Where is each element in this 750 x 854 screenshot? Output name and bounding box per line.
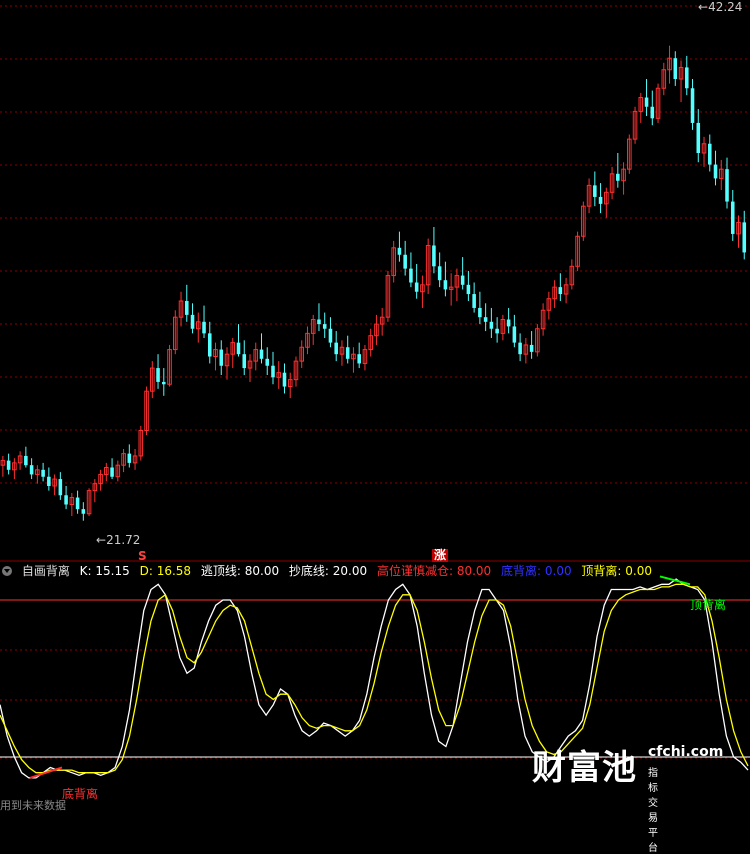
candle-body-down[interactable] bbox=[483, 317, 488, 322]
candle-body-down[interactable] bbox=[460, 275, 465, 285]
candle-body-down[interactable] bbox=[518, 342, 522, 355]
candle-body-down[interactable] bbox=[558, 287, 563, 295]
candle-body-down[interactable] bbox=[713, 164, 718, 179]
top-divergence-value: 顶背离: 0.00 bbox=[581, 564, 652, 578]
bottom-divergence-annotation: 底背离 bbox=[62, 787, 99, 801]
candle-body-down[interactable] bbox=[47, 476, 51, 486]
candle-body-down[interactable] bbox=[127, 453, 132, 463]
candle-body-down[interactable] bbox=[472, 294, 476, 308]
candle-body-down[interactable] bbox=[271, 365, 275, 378]
candle-body-down[interactable] bbox=[495, 328, 499, 334]
candle-body-down[interactable] bbox=[110, 467, 114, 477]
candle-body-down[interactable] bbox=[357, 354, 361, 364]
candle-body-down[interactable] bbox=[29, 465, 34, 475]
candle-body-down[interactable] bbox=[409, 268, 413, 283]
candle-body-down[interactable] bbox=[696, 122, 701, 153]
k-value: K: 15.15 bbox=[79, 564, 130, 578]
candle-body-down[interactable] bbox=[328, 328, 333, 343]
price-candles[interactable] bbox=[0, 45, 747, 521]
candle-body-down[interactable] bbox=[345, 347, 350, 359]
candle-body-down[interactable] bbox=[506, 319, 511, 327]
watermark-url: cfchi.com bbox=[648, 744, 724, 760]
candle-body-down[interactable] bbox=[730, 201, 735, 234]
indicator-info-bar: 自画背离 K: 15.15 D: 16.58 逃顶线: 80.00 抄底线: 2… bbox=[0, 563, 750, 579]
candle-body-down[interactable] bbox=[207, 333, 212, 357]
top-line-value: 逃顶线: 80.00 bbox=[200, 564, 280, 578]
candle-body-down[interactable] bbox=[466, 284, 471, 295]
candle-body-down[interactable] bbox=[593, 185, 597, 197]
candle-body-down[interactable] bbox=[650, 106, 655, 119]
watermark-logo: 财富池 cfchi.com 指标交易平台 bbox=[532, 740, 723, 854]
candle-body-down[interactable] bbox=[236, 342, 241, 355]
price-low-label: ←21.72 bbox=[96, 533, 141, 547]
candle-body-down[interactable] bbox=[58, 479, 63, 496]
candle-body-down[interactable] bbox=[742, 222, 747, 253]
candle-body-down[interactable] bbox=[242, 354, 247, 369]
rise-flag[interactable]: 涨 bbox=[432, 549, 449, 562]
bottom-line-value: 抄底线: 20.00 bbox=[288, 564, 368, 578]
candle-body-down[interactable] bbox=[432, 245, 436, 267]
watermark-main: 财富池 bbox=[532, 748, 637, 788]
candle-body-down[interactable] bbox=[443, 280, 448, 290]
candle-body-down[interactable] bbox=[317, 319, 321, 325]
candle-body-down[interactable] bbox=[403, 254, 407, 269]
watermark-sub: 指标交易平台 bbox=[648, 768, 658, 854]
candle-body-down[interactable] bbox=[259, 349, 264, 359]
candle-body-down[interactable] bbox=[512, 326, 517, 343]
collapse-icon[interactable] bbox=[2, 566, 12, 576]
candle-body-down[interactable] bbox=[162, 381, 166, 385]
price-high-label: ←42.24 bbox=[698, 0, 743, 14]
candle-body-down[interactable] bbox=[81, 509, 86, 514]
candle-body-down[interactable] bbox=[322, 324, 327, 329]
candle-body-down[interactable] bbox=[190, 314, 195, 329]
sell-flag[interactable]: S bbox=[136, 550, 149, 563]
candle-body-down[interactable] bbox=[397, 247, 402, 255]
candle-body-down[interactable] bbox=[644, 97, 649, 107]
candle-body-down[interactable] bbox=[282, 372, 287, 387]
candle-body-down[interactable] bbox=[616, 173, 620, 181]
candle-body-down[interactable] bbox=[478, 307, 482, 318]
candle-body-down[interactable] bbox=[598, 196, 603, 204]
footer-note: 用到未来数据 bbox=[0, 799, 66, 812]
candle-body-down[interactable] bbox=[673, 58, 678, 79]
candle-body-down[interactable] bbox=[64, 495, 68, 505]
candle-body-down[interactable] bbox=[725, 169, 729, 202]
candle-body-down[interactable] bbox=[185, 301, 189, 315]
candle-body-down[interactable] bbox=[265, 358, 270, 366]
caution-value: 高位谨慎减仓: 80.00 bbox=[376, 564, 492, 578]
candle-body-down[interactable] bbox=[219, 349, 224, 366]
candle-body-down[interactable] bbox=[707, 143, 712, 165]
candle-body-down[interactable] bbox=[690, 88, 695, 123]
candle-body-down[interactable] bbox=[6, 460, 11, 470]
candle-body-down[interactable] bbox=[334, 342, 338, 355]
d-value: D: 16.58 bbox=[139, 564, 192, 578]
candle-body-down[interactable] bbox=[202, 321, 206, 334]
candle-body-down[interactable] bbox=[685, 67, 689, 89]
candle-body-down[interactable] bbox=[24, 455, 28, 466]
candle-body-down[interactable] bbox=[75, 497, 80, 510]
candle-body-down[interactable] bbox=[414, 282, 419, 292]
candle-body-down[interactable] bbox=[489, 321, 494, 329]
candle-body-down[interactable] bbox=[41, 469, 45, 477]
bottom-divergence-line bbox=[29, 766, 63, 779]
candle-body-down[interactable] bbox=[529, 344, 534, 352]
top-divergence-annotation: 顶背离 bbox=[690, 598, 727, 612]
candle-body-down[interactable] bbox=[437, 266, 442, 281]
indicator-name[interactable]: 自画背离 bbox=[22, 564, 70, 578]
candle-body-down[interactable] bbox=[156, 368, 160, 382]
bottom-divergence-value: 底背离: 0.00 bbox=[501, 564, 572, 578]
chart-canvas bbox=[0, 5, 750, 779]
